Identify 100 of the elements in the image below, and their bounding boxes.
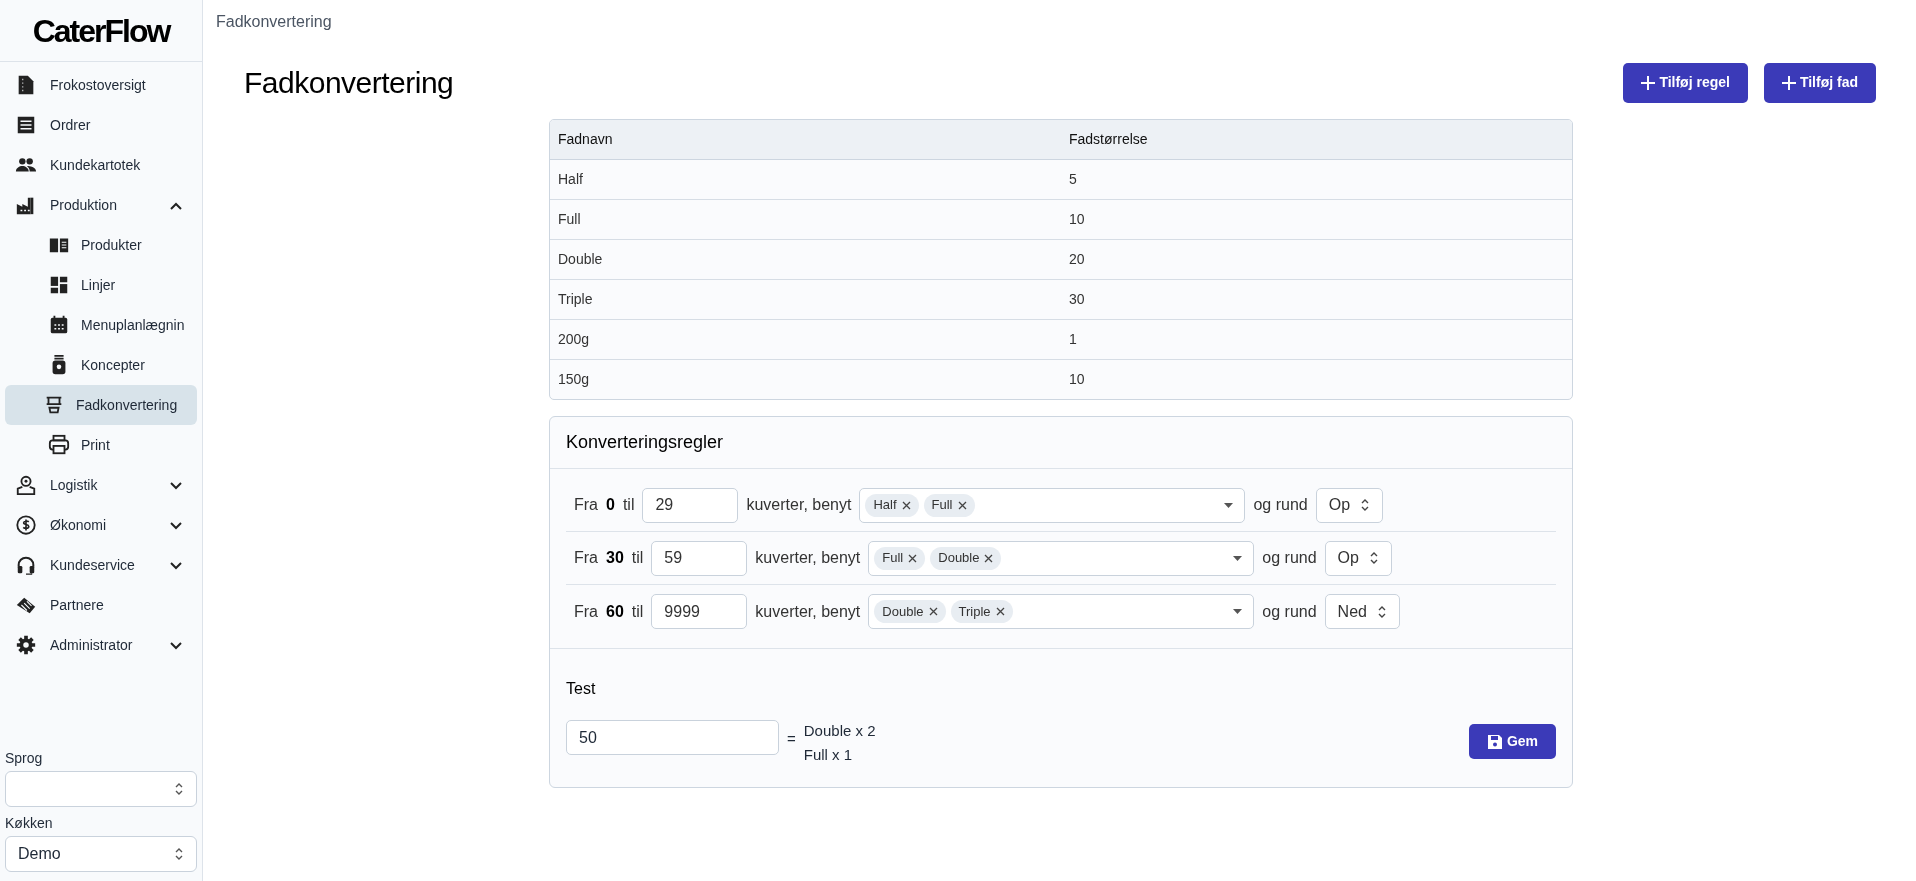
sort-icon <box>174 846 184 862</box>
plus-icon <box>1641 75 1656 90</box>
field-label: Sprog <box>5 749 44 768</box>
add-rule-button[interactable]: Tilføj regel <box>1623 62 1748 103</box>
sidebar-subitem[interactable]: Menuplanlægnin <box>5 305 197 345</box>
map-pin-icon <box>15 474 37 496</box>
page-title: Fadkonvertering <box>244 65 454 101</box>
test-result: Full x 1 <box>803 745 854 765</box>
dish-tag: Double <box>874 600 946 623</box>
close-icon[interactable] <box>995 607 1005 616</box>
printer-icon <box>48 434 70 456</box>
close-icon[interactable] <box>928 607 938 616</box>
table-cell: Full <box>550 199 1061 239</box>
chevron-up-icon <box>169 200 183 210</box>
sidebar-subitem[interactable]: Print <box>5 425 197 465</box>
rule-label: kuverter, benyt <box>755 548 861 568</box>
sidebar-item[interactable]: Produktion <box>5 185 197 225</box>
test-input-field[interactable]: 50 <box>566 720 779 755</box>
sidebar-item[interactable]: Ordrer <box>5 105 197 145</box>
rule-from-value: 60 <box>606 601 624 622</box>
chevron-down-icon <box>169 520 183 530</box>
sidebar-item[interactable]: Administrator <box>5 625 197 665</box>
table-cell: Half <box>550 159 1061 199</box>
plus-icon <box>1781 75 1796 90</box>
close-icon[interactable] <box>957 500 967 510</box>
table-cell: 5 <box>1061 159 1572 199</box>
section-title: Konverteringsregler <box>566 431 724 454</box>
rule-label: Fra <box>574 601 598 622</box>
chevron-down-icon <box>169 640 183 650</box>
table-cell: 150g <box>550 359 1061 399</box>
column-header: Fadstørrelse <box>1061 120 1572 159</box>
sidebar-subitem[interactable]: Linjer <box>5 265 197 305</box>
rule-label: og rund <box>1262 548 1317 568</box>
equals-sign: = <box>787 729 796 749</box>
rule-label: og rund <box>1262 601 1317 622</box>
rule-label: Fra <box>574 495 598 515</box>
sort-icon <box>174 781 184 797</box>
sidebar-subitem[interactable]: Fadkonvertering <box>5 385 197 425</box>
sidebar-item[interactable]: Kundekartotek <box>5 145 197 185</box>
rounding-select[interactable]: Op <box>1324 540 1392 576</box>
sidebar-item[interactable]: Frokostoversigt <box>5 65 197 105</box>
table-cell: 10 <box>1061 359 1572 399</box>
dashboard-icon <box>48 274 70 296</box>
table-cell: 10 <box>1061 199 1572 239</box>
dropdown-caret-icon <box>1224 502 1234 508</box>
dish-tag: Triple <box>950 600 1013 623</box>
sort-icon <box>1360 497 1371 513</box>
save-button[interactable]: Gem <box>1468 724 1556 759</box>
field-label: Køkken <box>5 814 54 833</box>
save-icon <box>1486 733 1503 750</box>
rule-label: Fra <box>574 548 598 568</box>
test-result: Double x 2 <box>803 721 876 741</box>
sidebar-item[interactable]: Økonomi <box>5 505 197 545</box>
dish-tag: Double <box>930 546 1002 570</box>
rule-to-input-field[interactable]: 59 <box>651 540 748 576</box>
add-dish-button[interactable]: Tilføj fad <box>1763 62 1876 103</box>
dish-tag: Full <box>923 493 975 517</box>
table-cell: Triple <box>550 279 1061 319</box>
calendar-icon <box>48 314 70 336</box>
settings-icon <box>15 634 37 656</box>
dropdown-caret-icon <box>1233 555 1243 561</box>
section-title: Test <box>566 679 597 699</box>
sort-icon <box>1368 550 1379 566</box>
close-icon[interactable] <box>901 500 911 510</box>
rule-label: kuverter, benyt <box>755 601 861 622</box>
rule-to-input-field[interactable]: 29 <box>642 487 739 523</box>
sidebar-item[interactable]: Logistik <box>5 465 197 505</box>
sidebar-item[interactable]: Kundeservice <box>5 545 197 585</box>
rule-label: til <box>631 548 644 568</box>
sidebar-subitem[interactable]: Koncepter <box>5 345 197 385</box>
rule-from-value: 30 <box>606 548 624 568</box>
rounding-select[interactable]: Ned <box>1324 594 1400 629</box>
rule-to-input-field[interactable]: 9999 <box>651 594 748 629</box>
sidebar-subitem[interactable]: Produkter <box>5 225 197 265</box>
chevron-down-icon <box>169 480 183 490</box>
column-header: Fadnavn <box>550 120 1061 159</box>
dish-tag: Half <box>865 493 919 517</box>
rule-label: kuverter, benyt <box>746 495 852 515</box>
table-cell: 200g <box>550 319 1061 359</box>
dish-multiselect[interactable]: Half Full <box>859 487 1246 523</box>
headset-icon <box>15 554 37 576</box>
rule-label: og rund <box>1253 495 1308 515</box>
chevron-down-icon <box>169 560 183 570</box>
rounding-select[interactable]: Op <box>1315 487 1384 523</box>
dish-multiselect[interactable]: Full Double <box>868 540 1255 576</box>
table-cell: Double <box>550 239 1061 279</box>
table-cell: 30 <box>1061 279 1572 319</box>
sidebar-item[interactable]: Partnere <box>5 585 197 625</box>
close-icon[interactable] <box>908 553 918 563</box>
kitchen-select[interactable]: Demo <box>5 836 197 872</box>
table-cell: 20 <box>1061 239 1572 279</box>
list-icon <box>15 114 37 136</box>
table-cell: 1 <box>1061 319 1572 359</box>
logo: CaterFlow <box>32 11 170 51</box>
dish-tag: Full <box>874 546 926 570</box>
rule-from-value: 0 <box>606 495 615 515</box>
dropdown-caret-icon <box>1233 609 1243 614</box>
dish-multiselect[interactable]: Double Triple <box>868 594 1255 629</box>
close-icon[interactable] <box>984 553 994 563</box>
breadcrumb: Fadkonvertering <box>216 13 332 30</box>
